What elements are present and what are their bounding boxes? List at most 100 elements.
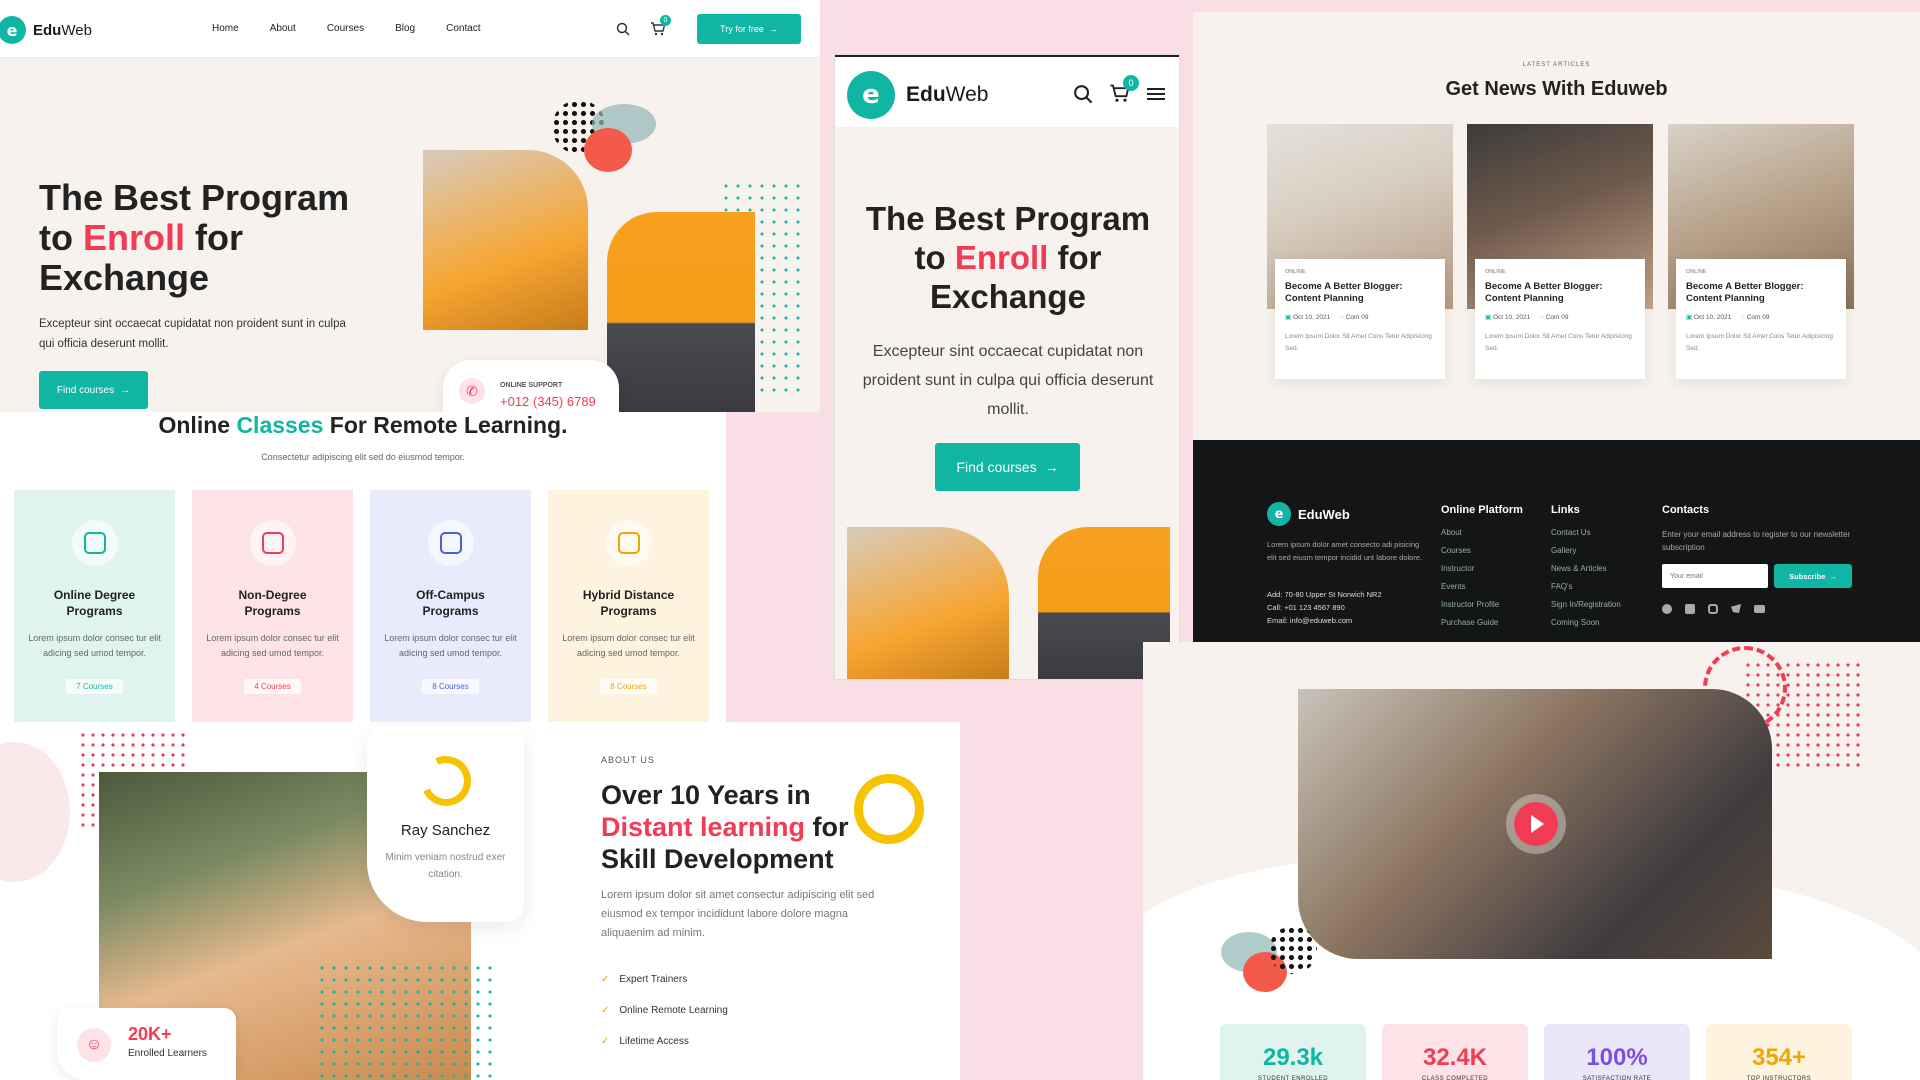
try-free-label: Try for free — [720, 24, 764, 34]
twitter-icon[interactable] — [1731, 604, 1741, 613]
stat-card: 100% SATISFACTION RATE — [1544, 1024, 1690, 1080]
hero-line2b: Enroll — [82, 217, 185, 258]
check-icon: ✓ — [601, 1036, 610, 1047]
program-course-count[interactable]: 4 Courses — [244, 678, 301, 694]
mobile-logo-text: EduWeb — [906, 83, 989, 106]
nav-contact[interactable]: Contact — [446, 23, 480, 34]
stat-label: TOP INSTRUCTORS — [1746, 1076, 1812, 1080]
check-item: ✓ Online Remote Learning — [601, 1005, 728, 1016]
hamburger-menu-icon[interactable] — [1147, 88, 1165, 100]
play-button[interactable] — [1514, 802, 1558, 846]
footer-link[interactable]: About — [1441, 528, 1523, 537]
article-card[interactable]: ONLINE Become A Better Blogger: Content … — [1467, 124, 1653, 379]
mobile-header: e EduWeb 0 — [835, 55, 1179, 127]
logo-icon[interactable]: e — [847, 71, 895, 119]
article-card[interactable]: ONLINE Become A Better Blogger: Content … — [1267, 124, 1453, 379]
program-title: Hybrid Distance Programs — [582, 588, 675, 618]
article-title[interactable]: Become A Better Blogger: Content Plannin… — [1285, 281, 1435, 305]
cart-count-badge: 0 — [660, 15, 671, 26]
footer-link[interactable]: Gallery — [1551, 546, 1621, 555]
footer-link[interactable]: Instructor — [1441, 564, 1523, 573]
logo[interactable]: e Edu Web — [0, 16, 92, 44]
program-course-count[interactable]: 7 Courses — [66, 678, 123, 694]
support-card: ✆ ONLINE SUPPORT +012 (345) 6789 — [443, 360, 619, 412]
nav-home[interactable]: Home — [212, 23, 239, 34]
program-card[interactable]: Non-Degree Programs Lorem ipsum dolor co… — [192, 490, 353, 722]
decor-ring-yellow — [854, 774, 924, 844]
program-title: Off-Campus Programs — [416, 588, 485, 618]
footer-link[interactable]: Sign In/Registration — [1551, 600, 1621, 609]
linkedin-icon[interactable] — [1685, 604, 1695, 614]
stat-number: 100% — [1586, 1044, 1648, 1071]
comment-icon: ◌ — [1540, 314, 1544, 321]
hero-heading: The Best Program to Enroll for Exchange — [39, 178, 349, 298]
play-icon — [1531, 815, 1544, 833]
footer-link[interactable]: News & Articles — [1551, 564, 1621, 573]
learners-label: Enrolled Learners — [128, 1048, 207, 1059]
find-courses-button[interactable]: Find courses → — [39, 371, 148, 409]
nav-courses[interactable]: Courses — [327, 23, 364, 34]
footer-link[interactable]: Events — [1441, 582, 1523, 591]
mobile-photo-woman — [847, 527, 1009, 679]
footer-link[interactable]: Coming Soon — [1551, 618, 1621, 627]
about-line2b: for — [805, 812, 849, 842]
footer-logo[interactable]: e EduWeb — [1267, 502, 1350, 526]
footer-link[interactable]: Contact Us — [1551, 528, 1621, 537]
footer-link[interactable]: Courses — [1441, 546, 1523, 555]
search-icon[interactable] — [1073, 84, 1093, 104]
footer-col-contacts: Contacts Enter your email address to reg… — [1662, 504, 1851, 552]
facebook-icon[interactable] — [1662, 604, 1672, 614]
article-title[interactable]: Become A Better Blogger: Content Plannin… — [1485, 281, 1635, 305]
youtube-icon[interactable] — [1754, 605, 1765, 613]
decor-blob-red — [584, 128, 632, 172]
cart-count-badge: 0 — [1123, 75, 1139, 91]
nav-blog[interactable]: Blog — [395, 23, 415, 34]
hero-line1: The Best Program — [39, 177, 350, 218]
stat-number: 32.4K — [1422, 1044, 1488, 1071]
program-card[interactable]: Off-Campus Programs Lorem ipsum dolor co… — [370, 490, 531, 722]
program-icon — [427, 520, 474, 566]
calendar-icon: ▣ — [1686, 314, 1693, 321]
support-phone[interactable]: +012 (345) 6789 — [500, 394, 596, 409]
article-title[interactable]: Become A Better Blogger: Content Plannin… — [1686, 281, 1836, 305]
nav-about[interactable]: About — [270, 23, 296, 34]
footer-link[interactable]: Purchase Guide — [1441, 618, 1523, 627]
program-card[interactable]: Hybrid Distance Programs Lorem ipsum dol… — [548, 490, 709, 722]
find-courses-label: Find courses — [56, 384, 115, 396]
learners-number: 20K+ — [128, 1024, 172, 1044]
logo-icon: e — [0, 16, 26, 44]
footer-link[interactable]: Instructor Profile — [1441, 600, 1523, 609]
user-icon: ☺ — [77, 1028, 111, 1062]
stat-card: 29.3k STUDENT ENROLLED — [1220, 1024, 1366, 1080]
arrow-right-icon: → — [1829, 571, 1837, 581]
program-desc: Lorem ipsum dolor consec tur elit adicin… — [384, 633, 517, 658]
footer-link[interactable]: FAQ's — [1551, 582, 1621, 591]
person-name: Ray Sanchez — [400, 822, 491, 839]
article-category: ONLINE — [1686, 269, 1707, 275]
instagram-icon[interactable] — [1708, 604, 1718, 614]
program-course-count[interactable]: 8 Courses — [422, 678, 479, 694]
newsletter-email-input[interactable] — [1662, 564, 1768, 588]
mobile-hero-heading: The Best Program to Enroll for Exchange — [835, 199, 1179, 316]
mobile-hero-description: Excepteur sint occaecat cupidatat non pr… — [862, 343, 1154, 418]
subscribe-button[interactable]: Subscribe → — [1774, 564, 1852, 588]
mobile-find-courses-button[interactable]: Find courses → — [935, 443, 1080, 491]
program-desc: Lorem ipsum dolor consec tur elit adicin… — [206, 633, 339, 658]
stat-card: 354+ TOP INSTRUCTORS — [1706, 1024, 1852, 1080]
desktop-header: e Edu Web Home About Courses Blog Contact… — [0, 0, 820, 58]
decor-dots — [1269, 926, 1317, 974]
article-card[interactable]: ONLINE Become A Better Blogger: Content … — [1668, 124, 1854, 379]
check-icon: ✓ — [601, 1005, 610, 1016]
try-free-button[interactable]: Try for free → — [697, 14, 801, 44]
about-description: Lorem ipsum dolor sit amet consectur adi… — [601, 889, 875, 939]
check-item: ✓ Expert Trainers — [601, 974, 688, 985]
program-card[interactable]: Online Degree Programs Lorem ipsum dolor… — [14, 490, 175, 722]
article-meta: ▣ Oct 10, 2021 ◌ Com 09 — [1285, 314, 1369, 321]
comment-icon: ◌ — [1741, 314, 1745, 321]
arrow-right-icon: → — [120, 384, 131, 396]
program-course-count[interactable]: 8 Courses — [600, 678, 657, 694]
article-category: ONLINE — [1485, 269, 1506, 275]
search-icon[interactable] — [616, 22, 630, 36]
decor-blob-pink — [0, 742, 70, 882]
stat-label: STUDENT ENROLLED — [1257, 1076, 1329, 1080]
